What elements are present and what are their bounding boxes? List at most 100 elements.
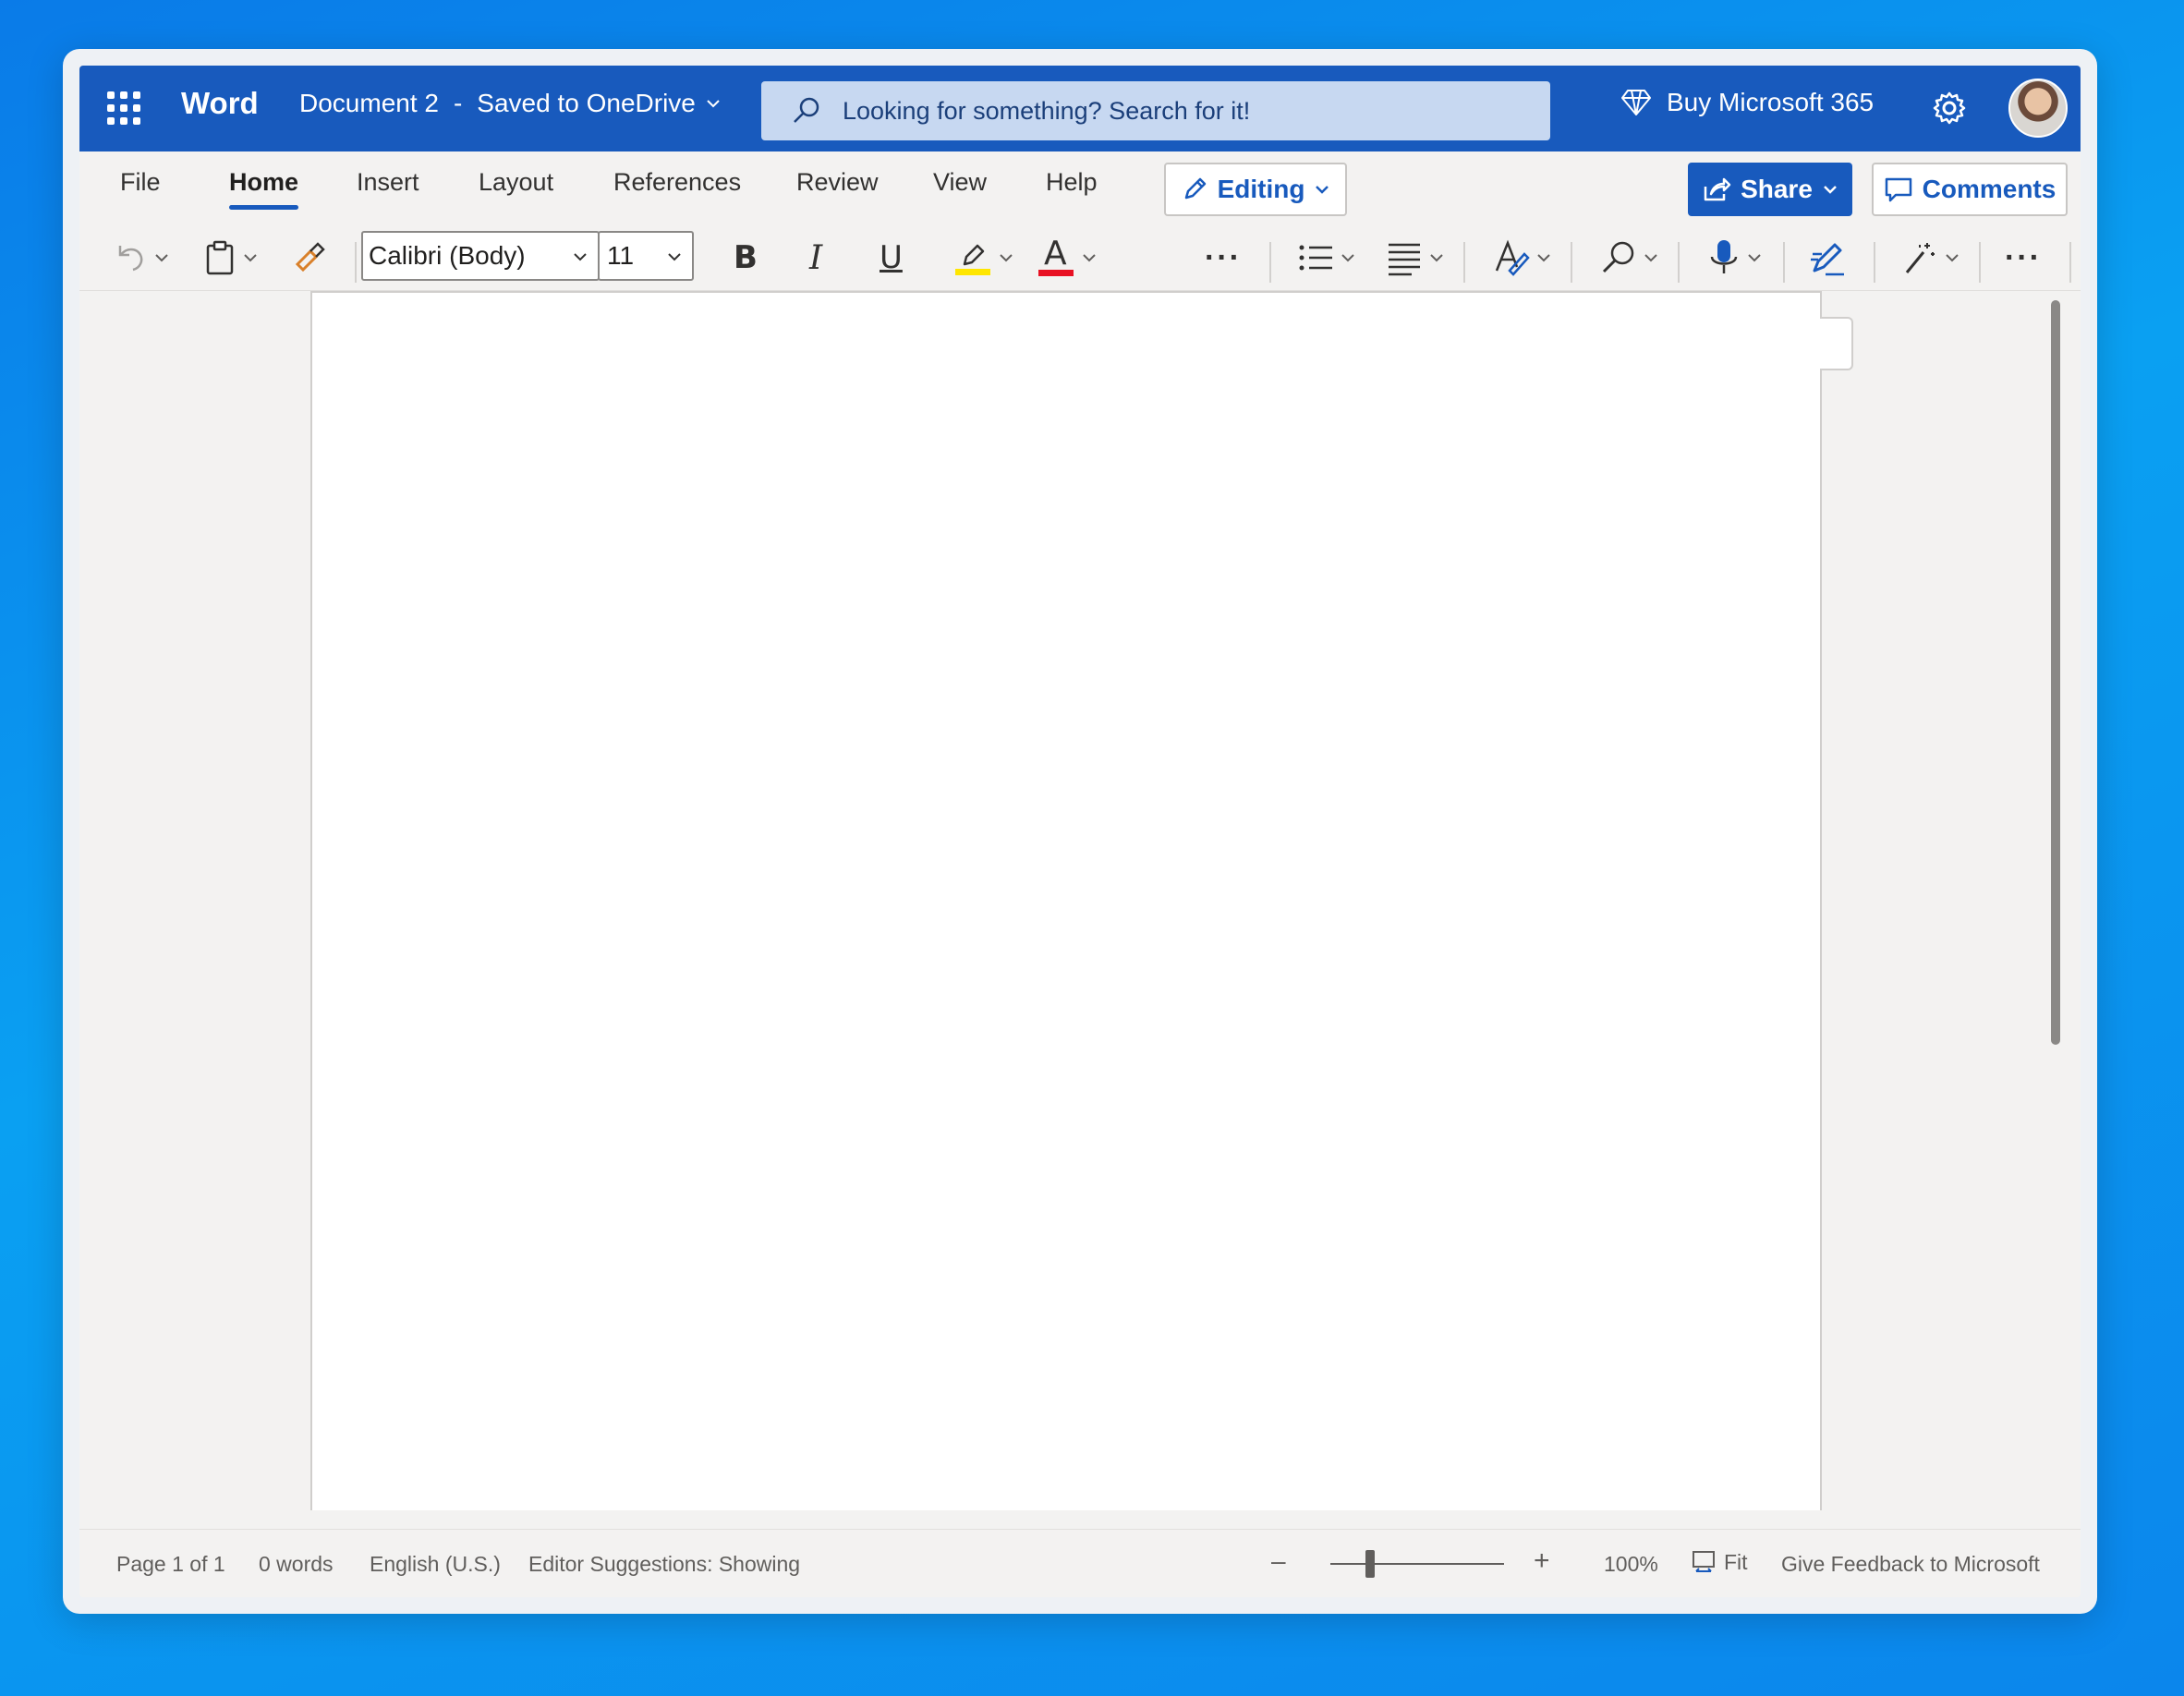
dictate-button[interactable] (1707, 238, 1763, 277)
highlight-button[interactable] (953, 238, 1014, 277)
share-label: Share (1741, 175, 1813, 203)
toolbar-divider (355, 242, 357, 283)
zoom-slider-thumb[interactable] (1365, 1550, 1375, 1578)
fit-page-icon (1693, 1551, 1715, 1572)
align-button[interactable] (1386, 238, 1445, 277)
chevron-down-icon (155, 254, 168, 262)
zoom-level[interactable]: 100% (1604, 1552, 1658, 1577)
zoom-in-button[interactable]: + (1534, 1545, 1550, 1577)
tab-layout[interactable]: Layout (479, 168, 553, 197)
font-color-icon: A (1037, 235, 1075, 277)
font-size-select[interactable]: 11 (598, 231, 694, 281)
align-icon (1389, 243, 1420, 276)
editor-suggestions[interactable]: Editor Suggestions: Showing (528, 1552, 800, 1577)
editor-button[interactable] (1809, 238, 1846, 277)
italic-label: I (809, 238, 823, 277)
language[interactable]: English (U.S.) (370, 1552, 501, 1577)
undo-button[interactable] (113, 238, 170, 277)
tab-home[interactable]: Home (229, 168, 299, 210)
page-side-tab (1820, 317, 1853, 370)
chevron-down-icon (1316, 186, 1329, 194)
pencil-icon (1184, 177, 1206, 200)
chevron-down-icon (668, 253, 681, 261)
app-brand[interactable]: Word (181, 86, 259, 121)
tab-help[interactable]: Help (1046, 168, 1098, 197)
clipboard-icon (206, 240, 234, 275)
tab-insert[interactable]: Insert (357, 168, 419, 197)
bold-label: B (734, 239, 758, 276)
font-color-letter: A (1044, 235, 1067, 273)
designer-icon (1905, 243, 1935, 273)
chevron-down-icon (244, 254, 257, 262)
dictate-icon (1710, 240, 1738, 273)
zoom-slider-track[interactable] (1330, 1563, 1504, 1565)
chevron-down-icon (1537, 254, 1550, 262)
diamond-icon (1621, 90, 1651, 115)
font-color-button[interactable]: A (1037, 235, 1098, 277)
document-canvas (79, 290, 2081, 1529)
feedback-link[interactable]: Give Feedback to Microsoft (1781, 1552, 2040, 1577)
chevron-down-icon (1644, 254, 1657, 262)
chevron-down-icon (1946, 254, 1959, 262)
find-button[interactable] (1600, 238, 1659, 277)
font-name-value: Calibri (Body) (369, 241, 526, 270)
document-title-menu[interactable]: Document 2 - Saved to OneDrive (299, 89, 722, 118)
format-painter-button[interactable] (292, 238, 327, 277)
title-bar: Word Document 2 - Saved to OneDrive Look… (79, 66, 2081, 151)
gear-icon[interactable] (1927, 86, 1972, 130)
tab-file[interactable]: File (120, 168, 161, 197)
search-box[interactable]: Looking for something? Search for it! (761, 81, 1550, 140)
document-page[interactable] (310, 291, 1822, 1510)
buy-microsoft-365-link[interactable]: Buy Microsoft 365 (1620, 88, 1874, 117)
search-placeholder: Looking for something? Search for it! (843, 96, 1251, 125)
search-icon (794, 97, 819, 123)
tab-view[interactable]: View (933, 168, 987, 197)
editing-mode-button[interactable]: Editing (1164, 163, 1347, 216)
toolbar-divider (2069, 242, 2071, 283)
highlighter-icon (955, 244, 990, 275)
tab-references[interactable]: References (613, 168, 741, 197)
comments-label: Comments (1922, 175, 2057, 203)
app-launcher-icon[interactable] (107, 91, 140, 125)
paste-button[interactable] (203, 238, 259, 277)
more-options-button[interactable]: ··· (2005, 238, 2042, 277)
comments-button[interactable]: Comments (1872, 163, 2068, 216)
bullets-button[interactable] (1297, 238, 1356, 277)
font-name-select[interactable]: Calibri (Body) (361, 231, 600, 281)
toolbar-divider (1783, 242, 1785, 283)
chevron-down-icon (1824, 186, 1837, 194)
bold-button[interactable]: B (734, 238, 758, 277)
font-size-value: 11 (607, 241, 635, 270)
find-icon (1602, 241, 1634, 273)
title-separator: - (453, 89, 463, 117)
fit-button[interactable]: Fit (1691, 1549, 1748, 1575)
toolbar-divider (1979, 242, 1981, 283)
styles-icon (1495, 239, 1530, 276)
vertical-scrollbar[interactable] (2051, 300, 2060, 1045)
more-font-options-button[interactable]: ··· (1205, 238, 1242, 277)
chevron-down-icon (1430, 254, 1443, 262)
designer-button[interactable] (1901, 238, 1960, 277)
italic-button[interactable]: I (809, 238, 822, 277)
more-icon: ··· (2005, 239, 2042, 275)
toolbar-divider (1463, 242, 1465, 283)
user-avatar[interactable] (2008, 79, 2068, 138)
bullets-icon (1299, 245, 1332, 271)
styles-button[interactable] (1493, 238, 1552, 277)
share-icon (1704, 177, 1731, 201)
editor-icon (1811, 243, 1844, 276)
chevron-down-icon (1000, 254, 1013, 262)
browser-window: Word Document 2 - Saved to OneDrive Look… (63, 49, 2097, 1614)
undo-icon (118, 246, 143, 272)
document-title: Document 2 (299, 89, 439, 117)
tab-review[interactable]: Review (796, 168, 879, 197)
share-button[interactable]: Share (1688, 163, 1852, 216)
chevron-down-icon (1748, 254, 1761, 262)
zoom-out-button[interactable]: – (1271, 1546, 1286, 1576)
underline-button[interactable]: U (880, 238, 903, 277)
page-count: Page 1 of 1 (116, 1552, 225, 1576)
more-icon: ··· (1205, 239, 1242, 275)
toolbar-divider (1571, 242, 1572, 283)
chevron-down-icon (1341, 254, 1354, 262)
word-count[interactable]: 0 words (259, 1552, 334, 1577)
